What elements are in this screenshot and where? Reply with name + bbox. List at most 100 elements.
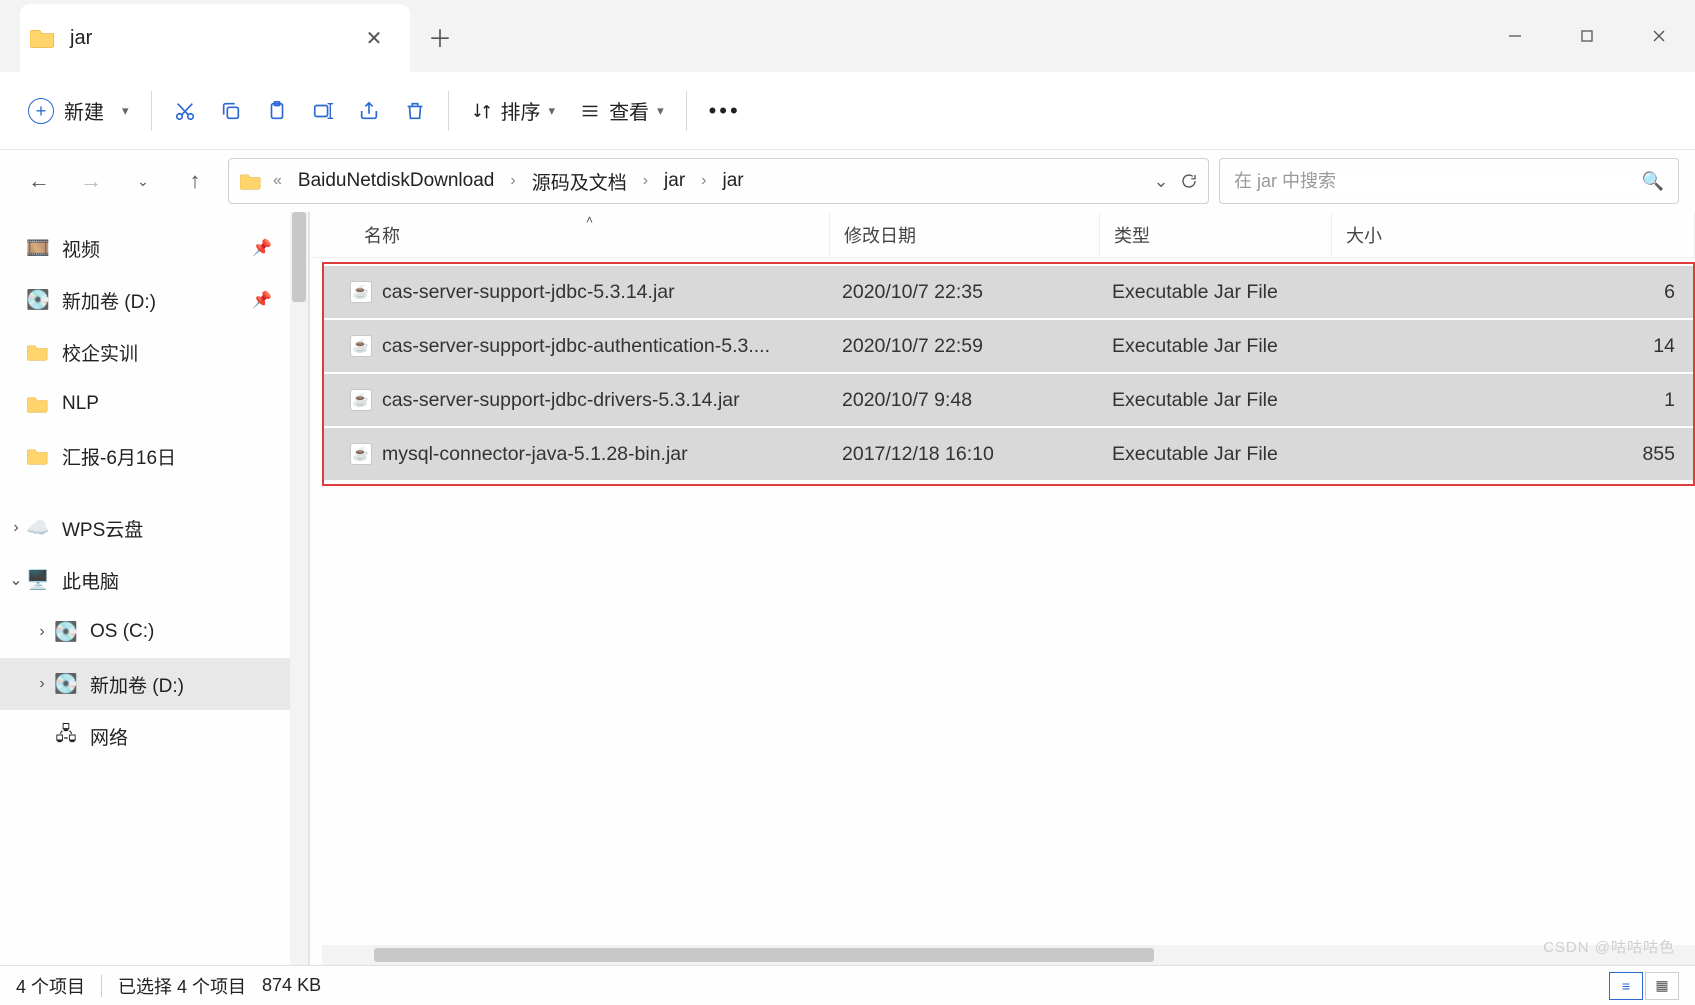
close-window-button[interactable]: [1623, 12, 1695, 60]
jar-file-icon: ☕: [350, 281, 372, 303]
sidebar-item-this-pc[interactable]: ⌄ 🖥️ 此电脑: [0, 554, 308, 606]
crumb-overflow-icon[interactable]: «: [269, 172, 286, 190]
cut-button[interactable]: [162, 87, 208, 135]
file-list: ☕cas-server-support-jdbc-5.3.14.jar 2020…: [322, 262, 1695, 486]
file-name: mysql-connector-java-5.1.28-bin.jar: [382, 443, 688, 466]
sidebar-item-drive-d[interactable]: › 💽 新加卷 (D:): [0, 658, 308, 710]
plus-circle-icon: +: [28, 98, 54, 124]
refresh-button[interactable]: [1178, 170, 1200, 192]
file-row[interactable]: ☕ cas-server-support-jdbc-authentication-…: [324, 320, 1693, 372]
drive-icon: 💽: [54, 672, 78, 696]
active-tab[interactable]: jar ✕: [20, 4, 410, 72]
view-label: 查看: [609, 96, 649, 125]
sidebar-item-wps-cloud[interactable]: › ☁️ WPS云盘: [0, 502, 308, 554]
share-button[interactable]: [346, 87, 392, 135]
breadcrumb-item[interactable]: jar: [716, 166, 749, 196]
toolbar: + 新建 ▾ 排序 ▾ 查看 ▾ •••: [0, 72, 1695, 150]
chevron-right-icon: ›: [639, 172, 652, 190]
sidebar-item-label: WPS云盘: [62, 515, 143, 542]
sidebar-item-label: 此电脑: [62, 567, 119, 594]
drive-icon: 💽: [54, 620, 78, 644]
chevron-right-icon[interactable]: ›: [6, 519, 26, 537]
pin-icon: 📌: [252, 290, 272, 310]
column-date[interactable]: 修改日期: [830, 212, 1100, 257]
rename-button[interactable]: [300, 87, 346, 135]
new-tab-button[interactable]: ＋: [410, 0, 470, 72]
sidebar-item-drive-c[interactable]: › 💽 OS (C:): [0, 606, 308, 658]
grid-view-button[interactable]: ▦: [1645, 972, 1679, 1000]
pin-icon: 📌: [252, 238, 272, 258]
file-name: cas-server-support-jdbc-authentication-5…: [382, 335, 770, 358]
sidebar-item-network[interactable]: 🖧 网络: [0, 710, 308, 762]
file-size: 14: [1344, 335, 1693, 358]
file-size: 6: [1344, 281, 1693, 304]
file-date: 2020/10/7 9:48: [842, 389, 1112, 412]
sidebar-item-video[interactable]: 🎞️ 视频 📌: [0, 222, 308, 274]
file-row[interactable]: ☕mysql-connector-java-5.1.28-bin.jar 201…: [324, 428, 1693, 480]
forward-button[interactable]: →: [68, 158, 114, 204]
column-name[interactable]: ˄名称: [350, 212, 830, 257]
up-button[interactable]: ↑: [172, 158, 218, 204]
breadcrumb-item[interactable]: jar: [658, 166, 691, 196]
sidebar-scrollbar[interactable]: [290, 212, 308, 965]
chevron-right-icon[interactable]: ›: [32, 623, 52, 641]
file-type: Executable Jar File: [1112, 443, 1344, 466]
video-icon: 🎞️: [26, 236, 50, 260]
tab-close-button[interactable]: ✕: [356, 26, 392, 51]
new-button[interactable]: + 新建 ▾: [16, 87, 141, 135]
sidebar-item-folder[interactable]: 校企实训: [0, 326, 308, 378]
file-size: 855: [1344, 443, 1693, 466]
view-button[interactable]: 查看 ▾: [567, 87, 676, 135]
chevron-right-icon[interactable]: ›: [32, 675, 52, 693]
jar-file-icon: ☕: [350, 335, 372, 357]
sidebar-item-folder[interactable]: NLP: [0, 378, 308, 430]
search-icon[interactable]: 🔍: [1642, 171, 1664, 192]
chevron-right-icon: ›: [697, 172, 710, 190]
column-size[interactable]: 大小: [1332, 212, 1695, 257]
watermark: CSDN @咕咕咕色: [1543, 936, 1675, 957]
scrollbar-thumb[interactable]: [374, 948, 1154, 962]
delete-button[interactable]: [392, 87, 438, 135]
folder-icon: [30, 27, 56, 49]
breadcrumb-item[interactable]: BaiduNetdiskDownload: [292, 166, 500, 196]
file-date: 2020/10/7 22:59: [842, 335, 1112, 358]
history-button[interactable]: ⌄: [120, 158, 166, 204]
sidebar-item-drive-d[interactable]: 💽 新加卷 (D:) 📌: [0, 274, 308, 326]
separator: [448, 91, 449, 131]
sort-label: 排序: [501, 96, 541, 125]
file-row[interactable]: ☕cas-server-support-jdbc-drivers-5.3.14.…: [324, 374, 1693, 426]
chevron-down-icon: ▾: [122, 103, 129, 119]
minimize-button[interactable]: [1479, 12, 1551, 60]
breadcrumb-item[interactable]: 源码及文档: [526, 164, 633, 199]
status-size: 874 KB: [262, 975, 321, 996]
view-mode-toggle: ≡ ▦: [1609, 972, 1679, 1000]
back-button[interactable]: ←: [16, 158, 62, 204]
nav-arrows: ← → ⌄ ↑: [16, 158, 218, 204]
chevron-down-icon[interactable]: ⌄: [6, 570, 26, 590]
paste-button[interactable]: [254, 87, 300, 135]
more-button[interactable]: •••: [697, 87, 753, 135]
maximize-button[interactable]: [1551, 12, 1623, 60]
chevron-down-icon: ▾: [549, 103, 556, 119]
drive-icon: 💽: [26, 288, 50, 312]
details-view-button[interactable]: ≡: [1609, 972, 1643, 1000]
column-type[interactable]: 类型: [1100, 212, 1332, 257]
file-type: Executable Jar File: [1112, 335, 1344, 358]
cloud-icon: ☁️: [26, 516, 50, 540]
sidebar-item-label: 汇报-6月16日: [62, 443, 176, 470]
address-bar[interactable]: « BaiduNetdiskDownload › 源码及文档 › jar › j…: [228, 158, 1209, 204]
copy-button[interactable]: [208, 87, 254, 135]
chevron-down-icon: ▾: [657, 103, 664, 119]
horizontal-scrollbar[interactable]: [322, 945, 1695, 965]
address-dropdown-button[interactable]: ⌄: [1150, 170, 1172, 192]
scrollbar-thumb[interactable]: [292, 212, 306, 302]
search-box[interactable]: 🔍: [1219, 158, 1679, 204]
sidebar-item-folder[interactable]: 汇报-6月16日: [0, 430, 308, 482]
separator: [151, 91, 152, 131]
sort-button[interactable]: 排序 ▾: [459, 87, 568, 135]
status-selected: 已选择 4 个项目: [118, 973, 246, 999]
folder-icon: [26, 340, 50, 364]
search-input[interactable]: [1234, 171, 1642, 192]
file-row[interactable]: ☕cas-server-support-jdbc-5.3.14.jar 2020…: [324, 266, 1693, 318]
content: ˄名称 修改日期 类型 大小 ☕cas-server-support-jdbc-…: [310, 212, 1695, 965]
